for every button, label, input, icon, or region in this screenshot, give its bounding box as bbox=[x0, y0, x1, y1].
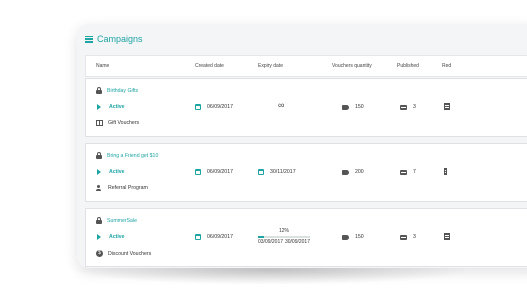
expiry-date: ∞ bbox=[278, 100, 285, 110]
progress-fill bbox=[258, 236, 265, 238]
validity-progress: 12% 03/09/2017 30/09/2017 bbox=[258, 228, 310, 245]
col-name[interactable]: Name bbox=[96, 63, 109, 69]
table-header: Name Created date Expiry date Vouchers q… bbox=[85, 55, 527, 77]
calendar-icon bbox=[195, 104, 201, 110]
status-badge: Active bbox=[109, 104, 125, 110]
progress-label: 12% bbox=[278, 228, 289, 234]
vouchers-quantity: 200 bbox=[355, 169, 364, 175]
table-row[interactable]: Bring a Friend get $10 Active Referral P… bbox=[85, 143, 527, 202]
published-count: 3 bbox=[413, 234, 416, 240]
vouchers-quantity: 150 bbox=[355, 104, 364, 110]
expiry-date: 30/11/2017 bbox=[270, 169, 296, 175]
lock-icon bbox=[96, 87, 102, 94]
calendar-icon bbox=[195, 234, 201, 240]
tag-icon bbox=[342, 169, 349, 175]
campaigns-card: Campaigns Name Created date Expiry date … bbox=[77, 24, 527, 268]
lock-icon bbox=[96, 217, 102, 224]
col-redeemed[interactable]: Red bbox=[442, 63, 451, 69]
created-date: 06/09/2017 bbox=[207, 234, 233, 240]
gift-icon bbox=[96, 120, 103, 126]
created-date: 06/09/2017 bbox=[207, 104, 233, 110]
status-badge: Active bbox=[109, 234, 125, 240]
tag-icon bbox=[342, 234, 349, 240]
redeem-icon[interactable] bbox=[444, 233, 450, 240]
play-icon bbox=[97, 104, 101, 110]
created-date: 06/09/2017 bbox=[207, 169, 233, 175]
campaign-name[interactable]: Birthday Gifts bbox=[107, 88, 138, 94]
mail-icon bbox=[400, 234, 407, 240]
col-created-date[interactable]: Created date bbox=[195, 63, 224, 69]
redeem-icon[interactable] bbox=[444, 168, 447, 175]
published-count: 3 bbox=[413, 104, 416, 110]
table-row[interactable]: Birthday Gifts Active Gift Vouchers 06/0… bbox=[85, 78, 527, 137]
tag-icon bbox=[342, 104, 349, 110]
progress-bar bbox=[258, 236, 310, 238]
campaign-type: Referral Program bbox=[108, 185, 148, 191]
campaign-name[interactable]: SummerSale bbox=[107, 218, 137, 224]
page-title: Campaigns bbox=[97, 34, 143, 44]
referral-icon bbox=[96, 185, 103, 191]
progress-start-date: 03/09/2017 bbox=[258, 239, 284, 245]
campaign-name[interactable]: Bring a Friend get $10 bbox=[107, 153, 158, 159]
list-icon bbox=[85, 35, 93, 43]
campaigns-header: Campaigns bbox=[77, 24, 527, 54]
calendar-icon bbox=[195, 169, 201, 175]
mail-icon bbox=[400, 104, 407, 110]
col-expiry-date[interactable]: Expiry date bbox=[258, 63, 283, 69]
play-icon bbox=[97, 234, 101, 240]
lock-icon bbox=[96, 152, 102, 159]
col-vouchers-quantity[interactable]: Vouchers quantity bbox=[332, 63, 372, 69]
progress-end-date: 30/09/2017 bbox=[284, 239, 310, 245]
mail-icon bbox=[400, 169, 407, 175]
campaign-type: Discount Vouchers bbox=[108, 250, 152, 257]
play-icon bbox=[97, 169, 101, 175]
discount-icon: $ bbox=[96, 250, 103, 257]
published-count: 7 bbox=[413, 169, 416, 175]
col-published[interactable]: Published bbox=[397, 63, 419, 69]
calendar-icon bbox=[258, 169, 264, 175]
table-row[interactable]: SummerSale Active $ Discount Vouchers 06… bbox=[85, 208, 527, 267]
redeem-icon[interactable] bbox=[444, 103, 450, 110]
campaign-type: Gift Vouchers bbox=[108, 120, 140, 126]
vouchers-quantity: 150 bbox=[355, 234, 364, 240]
status-badge: Active bbox=[109, 169, 125, 175]
